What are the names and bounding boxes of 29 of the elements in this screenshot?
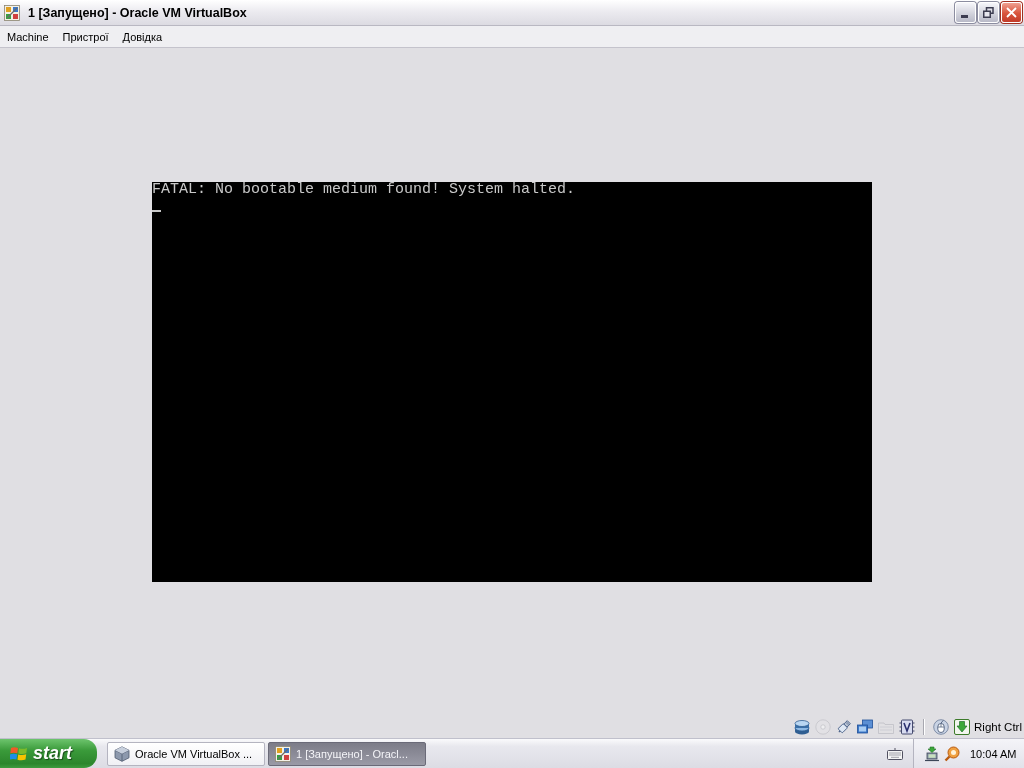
app-icon	[4, 4, 20, 21]
console-line: FATAL: No bootable medium found! System halted.	[152, 182, 576, 198]
menu-item[interactable]: Machine	[2, 28, 54, 45]
mouse-icon[interactable]	[933, 719, 950, 735]
clock-text: 10:04 AM	[970, 747, 1017, 760]
hard-disk-icon[interactable]	[794, 719, 811, 735]
start-button[interactable]: start	[0, 739, 97, 768]
usb-plug-icon[interactable]	[836, 719, 853, 735]
close-icon	[1006, 7, 1017, 18]
chip-icon[interactable]	[899, 719, 916, 735]
minimize-button[interactable]	[955, 2, 976, 23]
minimize-icon	[960, 15, 968, 18]
cube-icon	[114, 745, 130, 762]
window-title: 1 [Запущено] - Oracle VM VirtualBox	[28, 5, 248, 20]
windows-flag-icon	[10, 744, 28, 763]
taskbar-button[interactable]: Oracle VM VirtualBox ...	[107, 741, 265, 766]
close-button[interactable]	[1001, 2, 1022, 23]
host-key-label: Right Ctrl	[974, 721, 1022, 733]
magnifier-icon[interactable]	[944, 745, 960, 762]
keyboard-icon[interactable]	[887, 747, 903, 760]
restore-button[interactable]	[978, 2, 999, 23]
app-icon	[275, 745, 291, 762]
down-arrow-icon[interactable]	[954, 719, 971, 735]
menu-item[interactable]: Довідка	[117, 28, 168, 45]
menu-item[interactable]: Пристрої	[57, 28, 114, 45]
network-icon[interactable]	[857, 719, 874, 735]
vm-display[interactable]: FATAL: No bootable medium found! System halted.	[152, 182, 872, 582]
computer-icon[interactable]	[924, 745, 940, 762]
restore-icon	[983, 7, 994, 18]
